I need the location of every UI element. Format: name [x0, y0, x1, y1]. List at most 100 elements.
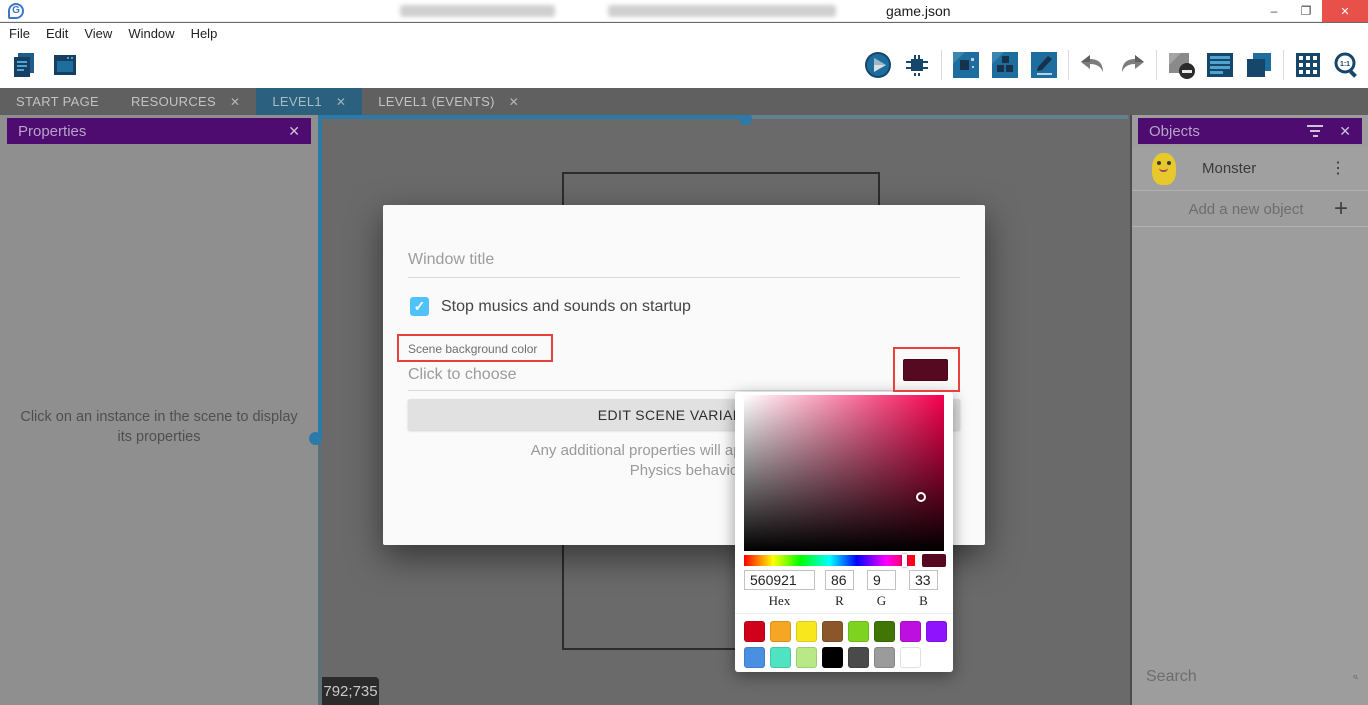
zoom-1-1-icon[interactable]: 1:1 [1332, 50, 1362, 80]
filter-icon[interactable] [1307, 125, 1323, 137]
title-bar: G game.json – ❐ ✕ [0, 0, 1368, 22]
instances-list-icon[interactable] [1205, 50, 1235, 80]
objects-panel-header: Objects ✕ [1138, 118, 1362, 144]
scene-color-swatch[interactable] [903, 359, 948, 381]
current-color-swatch [922, 554, 946, 567]
add-object-label: Add a new object [1132, 201, 1334, 218]
menu-file[interactable]: File [9, 26, 30, 41]
blue-input[interactable] [909, 570, 938, 590]
field-underline [408, 277, 960, 278]
menu-view[interactable]: View [84, 26, 112, 41]
redacted-path-segment [400, 5, 555, 17]
tab-resources[interactable]: RESOURCES ✕ [115, 88, 256, 115]
properties-panel-title: Properties [18, 123, 288, 140]
preset-swatches [744, 621, 948, 668]
preset-swatch[interactable] [848, 621, 869, 642]
preset-swatch[interactable] [926, 621, 947, 642]
vertical-scrollbar-thumb[interactable] [309, 432, 322, 445]
window-title-field[interactable]: Window title [408, 251, 494, 269]
hue-slider-thumb[interactable] [902, 554, 907, 567]
preset-swatch[interactable] [848, 647, 869, 668]
tab-close-icon[interactable]: ✕ [509, 95, 519, 109]
add-object-icon[interactable] [951, 50, 981, 80]
objects-close-icon[interactable]: ✕ [1339, 123, 1351, 140]
tab-close-icon[interactable]: ✕ [230, 95, 240, 109]
menu-edit[interactable]: Edit [46, 26, 68, 41]
redo-icon[interactable] [1117, 50, 1147, 80]
maximize-button[interactable]: ❐ [1290, 0, 1322, 22]
tab-start-page[interactable]: START PAGE [0, 88, 115, 115]
tab-close-icon[interactable]: ✕ [336, 95, 346, 109]
add-object-row[interactable]: Add a new object + [1132, 192, 1368, 227]
search-icon [1353, 666, 1358, 688]
objects-panel-title: Objects [1149, 123, 1307, 140]
red-input[interactable] [825, 570, 854, 590]
toolbar: 1:1 [0, 44, 1368, 88]
plus-icon[interactable]: + [1334, 195, 1348, 223]
green-input[interactable] [867, 570, 896, 590]
preset-swatch[interactable] [770, 647, 791, 668]
window-title: game.json [886, 3, 951, 19]
tab-level1[interactable]: LEVEL1 ✕ [256, 88, 362, 115]
horizontal-scrollbar[interactable] [322, 115, 1128, 119]
picker-divider [735, 613, 953, 614]
add-instance-icon[interactable] [990, 50, 1020, 80]
monster-thumbnail-icon [1152, 153, 1176, 185]
gdevelop-window: G game.json – ❐ ✕ File Edit View Window … [0, 0, 1368, 705]
preset-swatch[interactable] [770, 621, 791, 642]
preset-swatch[interactable] [796, 621, 817, 642]
properties-panel: Properties ✕ Click on an instance in the… [0, 115, 318, 705]
objects-search-row [1146, 661, 1358, 693]
preview-play-icon[interactable] [863, 50, 893, 80]
object-name: Monster [1202, 160, 1330, 177]
stop-musics-checkbox[interactable]: ✓ [410, 297, 429, 316]
menu-window[interactable]: Window [128, 26, 174, 41]
vertical-scrollbar[interactable] [318, 115, 322, 705]
tab-level1-events[interactable]: LEVEL1 (EVENTS) ✕ [362, 88, 535, 115]
saturation-marker[interactable] [916, 492, 926, 502]
preset-swatch[interactable] [822, 647, 843, 668]
project-manager-icon[interactable] [10, 50, 40, 80]
minimize-button[interactable]: – [1258, 0, 1290, 22]
search-input[interactable] [1146, 668, 1353, 686]
preset-swatch[interactable] [796, 647, 817, 668]
blue-label: B [909, 593, 938, 609]
color-picker-popup: Hex R G B [735, 392, 953, 672]
object-menu-icon[interactable]: ⋮ [1330, 166, 1346, 172]
app-logo-icon: G [8, 3, 24, 19]
stop-musics-label: Stop musics and sounds on startup [441, 298, 691, 316]
layers-icon[interactable] [1244, 50, 1274, 80]
grid-icon[interactable] [1293, 50, 1323, 80]
toggle-mask-icon[interactable] [1166, 50, 1196, 80]
close-button[interactable]: ✕ [1322, 0, 1368, 22]
preset-swatch[interactable] [874, 647, 895, 668]
preset-swatch[interactable] [900, 647, 921, 668]
menu-help[interactable]: Help [191, 26, 218, 41]
undo-icon[interactable] [1078, 50, 1108, 80]
preset-swatch[interactable] [874, 621, 895, 642]
preset-swatch[interactable] [900, 621, 921, 642]
hue-slider[interactable] [744, 555, 915, 566]
menu-bar: File Edit View Window Help [0, 23, 1368, 44]
properties-panel-header: Properties ✕ [7, 118, 311, 144]
svg-text:1:1: 1:1 [1340, 61, 1350, 68]
scene-background-color-label: Scene background color [408, 342, 537, 356]
edit-scene-icon[interactable] [1029, 50, 1059, 80]
start-page-icon[interactable] [50, 50, 80, 80]
preset-swatch[interactable] [744, 621, 765, 642]
objects-panel: Objects ✕ Monster ⋮ Add a new object + [1130, 115, 1368, 705]
field-underline [408, 390, 960, 391]
saturation-area[interactable] [744, 395, 944, 551]
color-field-placeholder[interactable]: Click to choose [408, 366, 517, 384]
preset-swatch[interactable] [744, 647, 765, 668]
editor-tab-bar: START PAGE RESOURCES ✕ LEVEL1 ✕ LEVEL1 (… [0, 88, 1368, 115]
object-row-monster[interactable]: Monster ⋮ [1132, 147, 1368, 191]
properties-close-icon[interactable]: ✕ [288, 123, 300, 140]
redacted-path-segment [608, 5, 836, 17]
preset-swatch[interactable] [822, 621, 843, 642]
hex-input[interactable] [744, 570, 815, 590]
debug-icon[interactable] [902, 50, 932, 80]
properties-empty-message: Click on an instance in the scene to dis… [10, 407, 308, 447]
red-label: R [825, 593, 854, 609]
green-label: G [867, 593, 896, 609]
